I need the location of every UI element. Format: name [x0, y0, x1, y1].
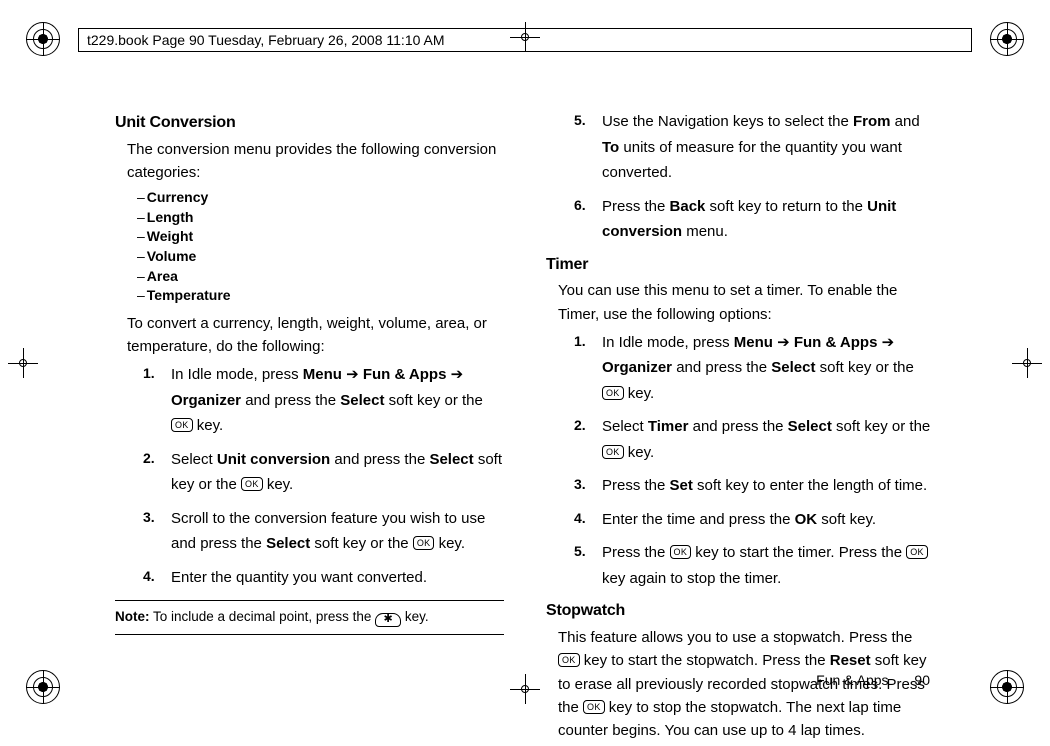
section-title-timer: Timer: [546, 253, 935, 278]
timer-steps: 1. In Idle mode, press Menu ➔ Fun & Apps…: [574, 330, 935, 592]
step-item: 2. Select Unit conversion and press the …: [143, 447, 504, 498]
step-item: 4. Enter the quantity you want converted…: [143, 565, 504, 591]
registration-mark-icon: [990, 670, 1024, 704]
list-item: –Volume: [137, 247, 504, 267]
ok-key-icon: OK: [583, 700, 605, 714]
list-item: –Area: [137, 267, 504, 287]
ok-key-icon: OK: [906, 545, 928, 559]
page-header-bar: t229.book Page 90 Tuesday, February 26, …: [78, 28, 972, 52]
registration-mark-icon: [26, 22, 60, 56]
step-item: 2. Select Timer and press the Select sof…: [574, 414, 935, 465]
timer-intro: You can use this menu to set a timer. To…: [558, 279, 935, 326]
page-content: Unit Conversion The conversion menu prov…: [115, 105, 935, 666]
ok-key-icon: OK: [171, 418, 193, 432]
registration-mark-icon: [990, 22, 1024, 56]
step-item: 6. Press the Back soft key to return to …: [574, 194, 935, 245]
step-item: 5. Press the OK key to start the timer. …: [574, 540, 935, 591]
unit-conversion-steps: 1. In Idle mode, press Menu ➔ Fun & Apps…: [143, 362, 504, 590]
step-item: 3. Press the Set soft key to enter the l…: [574, 473, 935, 499]
step-item: 3. Scroll to the conversion feature you …: [143, 506, 504, 557]
ok-key-icon: OK: [241, 477, 263, 491]
ok-key-icon: OK: [670, 545, 692, 559]
page-header-text: t229.book Page 90 Tuesday, February 26, …: [87, 32, 445, 48]
note-block: Note: To include a decimal point, press …: [115, 600, 504, 635]
unit-conversion-lead: To convert a currency, length, weight, v…: [127, 312, 504, 359]
crop-cross-icon: [1012, 348, 1042, 378]
list-item: –Temperature: [137, 286, 504, 306]
section-title-stopwatch: Stopwatch: [546, 599, 935, 624]
list-item: –Length: [137, 208, 504, 228]
step-item: 4. Enter the time and press the OK soft …: [574, 507, 935, 533]
unit-conversion-intro: The conversion menu provides the followi…: [127, 138, 504, 185]
list-item: –Weight: [137, 227, 504, 247]
footer-page-number: 90: [914, 672, 930, 688]
footer-section: Fun & Apps: [816, 672, 888, 688]
crop-cross-icon: [510, 674, 540, 704]
ok-key-icon: OK: [602, 445, 624, 459]
ok-key-icon: OK: [602, 386, 624, 400]
unit-conversion-steps-cont: 5. Use the Navigation keys to select the…: [574, 109, 935, 245]
step-item: 1. In Idle mode, press Menu ➔ Fun & Apps…: [143, 362, 504, 439]
crop-cross-icon: [8, 348, 38, 378]
registration-mark-icon: [26, 670, 60, 704]
step-item: 1. In Idle mode, press Menu ➔ Fun & Apps…: [574, 330, 935, 407]
page-footer: Fun & Apps 90: [816, 672, 930, 688]
star-key-icon: ✱: [375, 613, 401, 627]
step-item: 5. Use the Navigation keys to select the…: [574, 109, 935, 186]
list-item: –Currency: [137, 188, 504, 208]
ok-key-icon: OK: [413, 536, 435, 550]
section-title-unit-conversion: Unit Conversion: [115, 111, 504, 136]
ok-key-icon: OK: [558, 653, 580, 667]
conversion-categories-list: –Currency –Length –Weight –Volume –Area …: [137, 188, 504, 306]
